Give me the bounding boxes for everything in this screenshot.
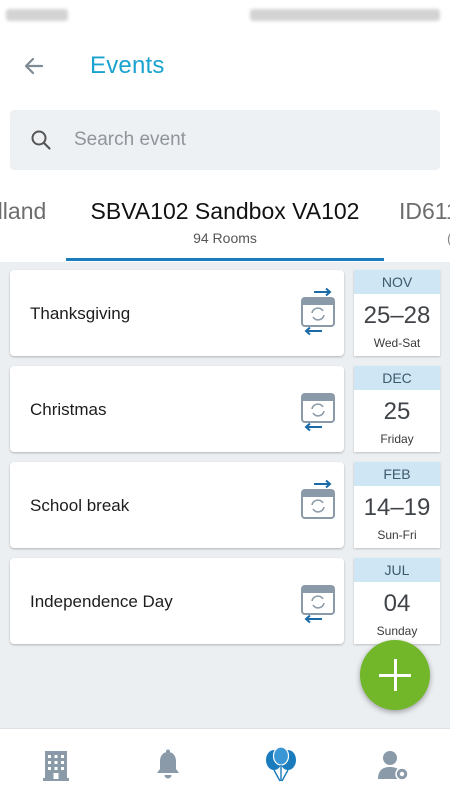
- event-card[interactable]: Thanksgiving: [10, 270, 344, 356]
- user-settings-icon: [378, 751, 409, 781]
- tab-label: ID611: [399, 198, 450, 224]
- plus-icon-vertical: [394, 659, 397, 691]
- back-button[interactable]: [14, 48, 54, 84]
- date-days: 25–28: [363, 302, 431, 329]
- tab-label: SBVA102 Sandbox VA102: [90, 198, 360, 224]
- nav-events[interactable]: [225, 729, 337, 800]
- tab-current-property[interactable]: SBVA102 Sandbox VA102 94 Rooms: [66, 186, 384, 260]
- nav-notifications[interactable]: [112, 729, 224, 800]
- status-bar: [0, 0, 450, 30]
- event-date: JUL 04 Sunday: [354, 558, 440, 644]
- date-weekdays: Wed-Sat: [373, 336, 421, 350]
- event-name: Thanksgiving: [30, 304, 131, 323]
- event-card[interactable]: School break: [10, 462, 344, 548]
- date-weekdays: Sun-Fri: [377, 528, 417, 542]
- date-days: 25: [383, 398, 411, 425]
- date-days: 14–19: [363, 494, 431, 521]
- app-bar: Events: [0, 30, 450, 102]
- event-date: NOV 25–28 Wed-Sat: [354, 270, 440, 356]
- event-name: Independence Day: [30, 592, 173, 611]
- status-icons-right: [250, 9, 440, 21]
- date-month: NOV: [354, 270, 440, 294]
- status-icons-left: [6, 9, 68, 21]
- calendar-sync-icon[interactable]: [300, 576, 336, 626]
- date-month: FEB: [354, 462, 440, 486]
- tab-next-property[interactable]: ID611 (: [399, 186, 450, 260]
- arrow-left-icon: [24, 57, 44, 75]
- event-card[interactable]: Independence Day: [10, 558, 344, 644]
- tab-previous-property[interactable]: dland: [0, 186, 60, 260]
- calendar-sync-icon[interactable]: [300, 480, 336, 530]
- nav-properties[interactable]: [0, 729, 112, 800]
- event-card[interactable]: Christmas: [10, 366, 344, 452]
- search-icon: [31, 130, 51, 150]
- search-box: [10, 110, 440, 170]
- date-weekdays: Sunday: [376, 624, 418, 638]
- property-tabs: dland SBVA102 Sandbox VA102 94 Rooms ID6…: [0, 186, 450, 262]
- add-event-button[interactable]: [360, 640, 430, 710]
- page-title: Events: [90, 52, 165, 79]
- event-date: FEB 14–19 Sun-Fri: [354, 462, 440, 548]
- tab-label: dland: [0, 198, 47, 224]
- search-input[interactable]: [74, 124, 414, 156]
- event-date: DEC 25 Friday: [354, 366, 440, 452]
- balloons-icon: [266, 747, 296, 782]
- date-days: 04: [383, 590, 411, 617]
- building-icon: [43, 751, 69, 781]
- tab-room-count: 94 Rooms: [193, 230, 257, 246]
- calendar-sync-icon[interactable]: [300, 384, 336, 434]
- tab-indicator: [66, 258, 384, 261]
- date-weekdays: Friday: [380, 432, 414, 446]
- date-month: DEC: [354, 366, 440, 390]
- bell-icon: [157, 749, 179, 779]
- nav-settings[interactable]: [338, 729, 450, 800]
- date-month: JUL: [354, 558, 440, 582]
- calendar-sync-icon[interactable]: [300, 288, 336, 338]
- bottom-nav: [0, 728, 450, 800]
- event-name: School break: [30, 496, 130, 515]
- event-name: Christmas: [30, 400, 107, 419]
